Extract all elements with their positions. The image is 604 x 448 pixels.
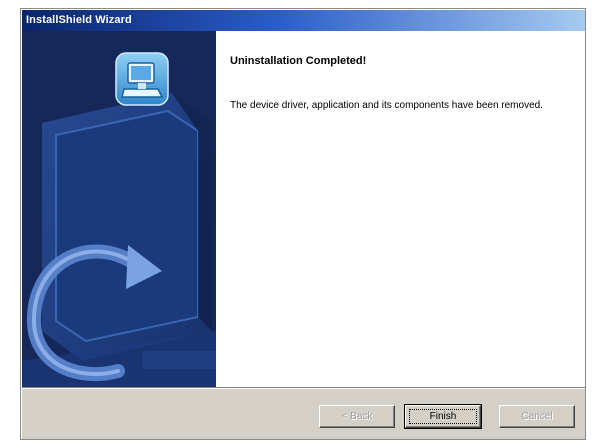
back-button[interactable]: < Back (319, 405, 395, 428)
finish-button[interactable]: Finish (404, 404, 482, 429)
window-title: InstallShield Wizard (26, 14, 132, 26)
wizard-side-panel (22, 31, 216, 387)
cancel-button[interactable]: Cancel (499, 405, 575, 428)
computer-installer-icon (115, 52, 169, 106)
window-title-bar[interactable]: InstallShield Wizard (22, 10, 585, 31)
finish-button-label: Finish (429, 411, 457, 422)
completion-message: The device driver, application and its c… (230, 100, 543, 111)
wizard-content-panel: Uninstallation Completed! The device dri… (216, 31, 585, 387)
button-bar-separator (22, 387, 585, 389)
installshield-wizard-window: InstallShield Wizard Uninstallation Comp… (20, 8, 586, 440)
completion-heading: Uninstallation Completed! (230, 55, 367, 67)
